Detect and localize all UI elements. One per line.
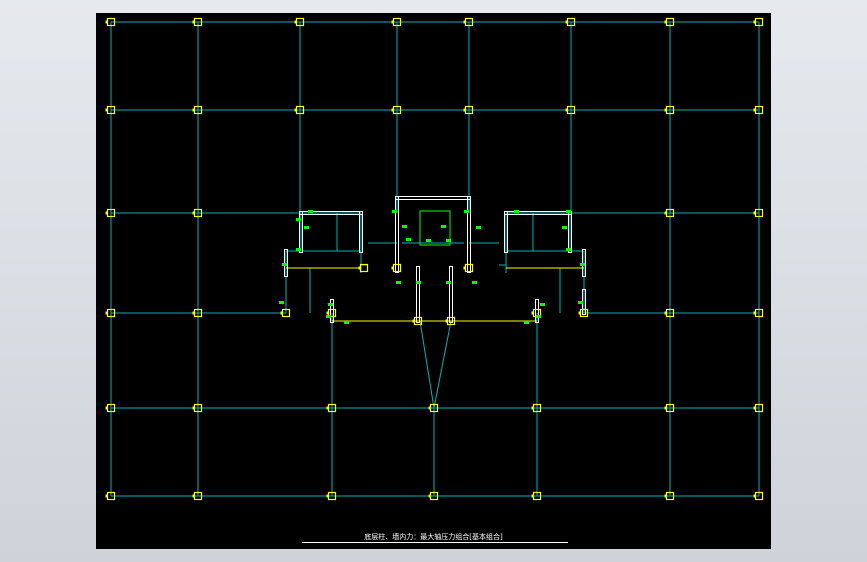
column-tick — [192, 494, 195, 498]
force-label — [396, 281, 401, 284]
column-tick — [565, 108, 568, 112]
force-label — [566, 248, 571, 251]
force-label — [578, 301, 583, 304]
column-tick — [326, 494, 329, 498]
column-tick — [753, 406, 756, 410]
column-tick — [294, 20, 297, 24]
column-tick — [463, 108, 466, 112]
column — [359, 263, 369, 273]
column-tick — [578, 311, 581, 315]
column-tick — [531, 406, 534, 410]
column — [464, 263, 474, 273]
column-tick — [445, 319, 448, 323]
force-label — [446, 239, 451, 242]
force-label — [304, 226, 309, 229]
column-tick — [294, 108, 297, 112]
column-tick — [192, 406, 195, 410]
grid-beam — [419, 320, 435, 409]
column-tick — [391, 20, 394, 24]
force-label — [344, 321, 349, 324]
column-tick — [753, 211, 756, 215]
force-label — [566, 210, 571, 213]
force-label — [308, 210, 313, 213]
column — [392, 263, 402, 273]
force-label — [540, 303, 545, 306]
column-tick — [412, 319, 415, 323]
force-label — [296, 218, 301, 221]
force-label — [416, 281, 421, 284]
force-label — [328, 303, 333, 306]
column-tick — [463, 20, 466, 24]
column-tick — [531, 494, 534, 498]
column-tick — [428, 406, 431, 410]
column-tick — [463, 266, 466, 270]
column-tick — [105, 20, 108, 24]
column-tick — [105, 406, 108, 410]
column-tick — [664, 20, 667, 24]
column-tick — [105, 211, 108, 215]
column-tick — [428, 494, 431, 498]
column-tick — [326, 406, 329, 410]
force-label — [296, 248, 301, 251]
cad-viewport[interactable]: 底层柱、墙内力：最大轴压力组合[基本组合] — [96, 13, 771, 549]
column-tick — [192, 311, 195, 315]
force-label — [524, 321, 529, 324]
column-tick — [358, 266, 361, 270]
force-label — [326, 315, 331, 318]
force-label — [426, 239, 431, 242]
force-label — [580, 263, 585, 266]
grid-beam — [433, 320, 452, 409]
force-label — [562, 226, 567, 229]
column-tick — [565, 20, 568, 24]
force-label — [536, 315, 541, 318]
column-tick — [753, 494, 756, 498]
column-tick — [531, 311, 534, 315]
column-tick — [391, 108, 394, 112]
force-label — [464, 210, 469, 213]
column-tick — [753, 108, 756, 112]
column-tick — [105, 494, 108, 498]
force-label — [406, 238, 411, 241]
shear-wall — [395, 196, 471, 200]
column-tick — [664, 108, 667, 112]
force-label — [514, 210, 519, 213]
shear-wall — [416, 266, 420, 323]
structural-floor-plan — [105, 17, 764, 501]
force-label — [402, 225, 407, 228]
force-label — [282, 263, 287, 266]
column-tick — [192, 20, 195, 24]
column-tick — [664, 311, 667, 315]
shear-wall — [449, 266, 453, 323]
column-tick — [664, 494, 667, 498]
caption-underline — [302, 542, 568, 543]
force-label — [392, 210, 397, 213]
force-label — [476, 226, 481, 229]
column-tick — [753, 20, 756, 24]
force-label — [472, 281, 477, 284]
column-tick — [664, 406, 667, 410]
column-tick — [280, 311, 283, 315]
column-tick — [753, 311, 756, 315]
column-tick — [105, 108, 108, 112]
drawing-caption: 底层柱、墙内力：最大轴压力组合[基本组合] — [364, 533, 503, 541]
force-label — [279, 301, 284, 304]
column-tick — [192, 211, 195, 215]
column-tick — [664, 211, 667, 215]
column-tick — [105, 311, 108, 315]
force-label — [441, 225, 446, 228]
column-tick — [192, 108, 195, 112]
force-label — [446, 281, 451, 284]
column-tick — [326, 311, 329, 315]
column-tick — [391, 266, 394, 270]
